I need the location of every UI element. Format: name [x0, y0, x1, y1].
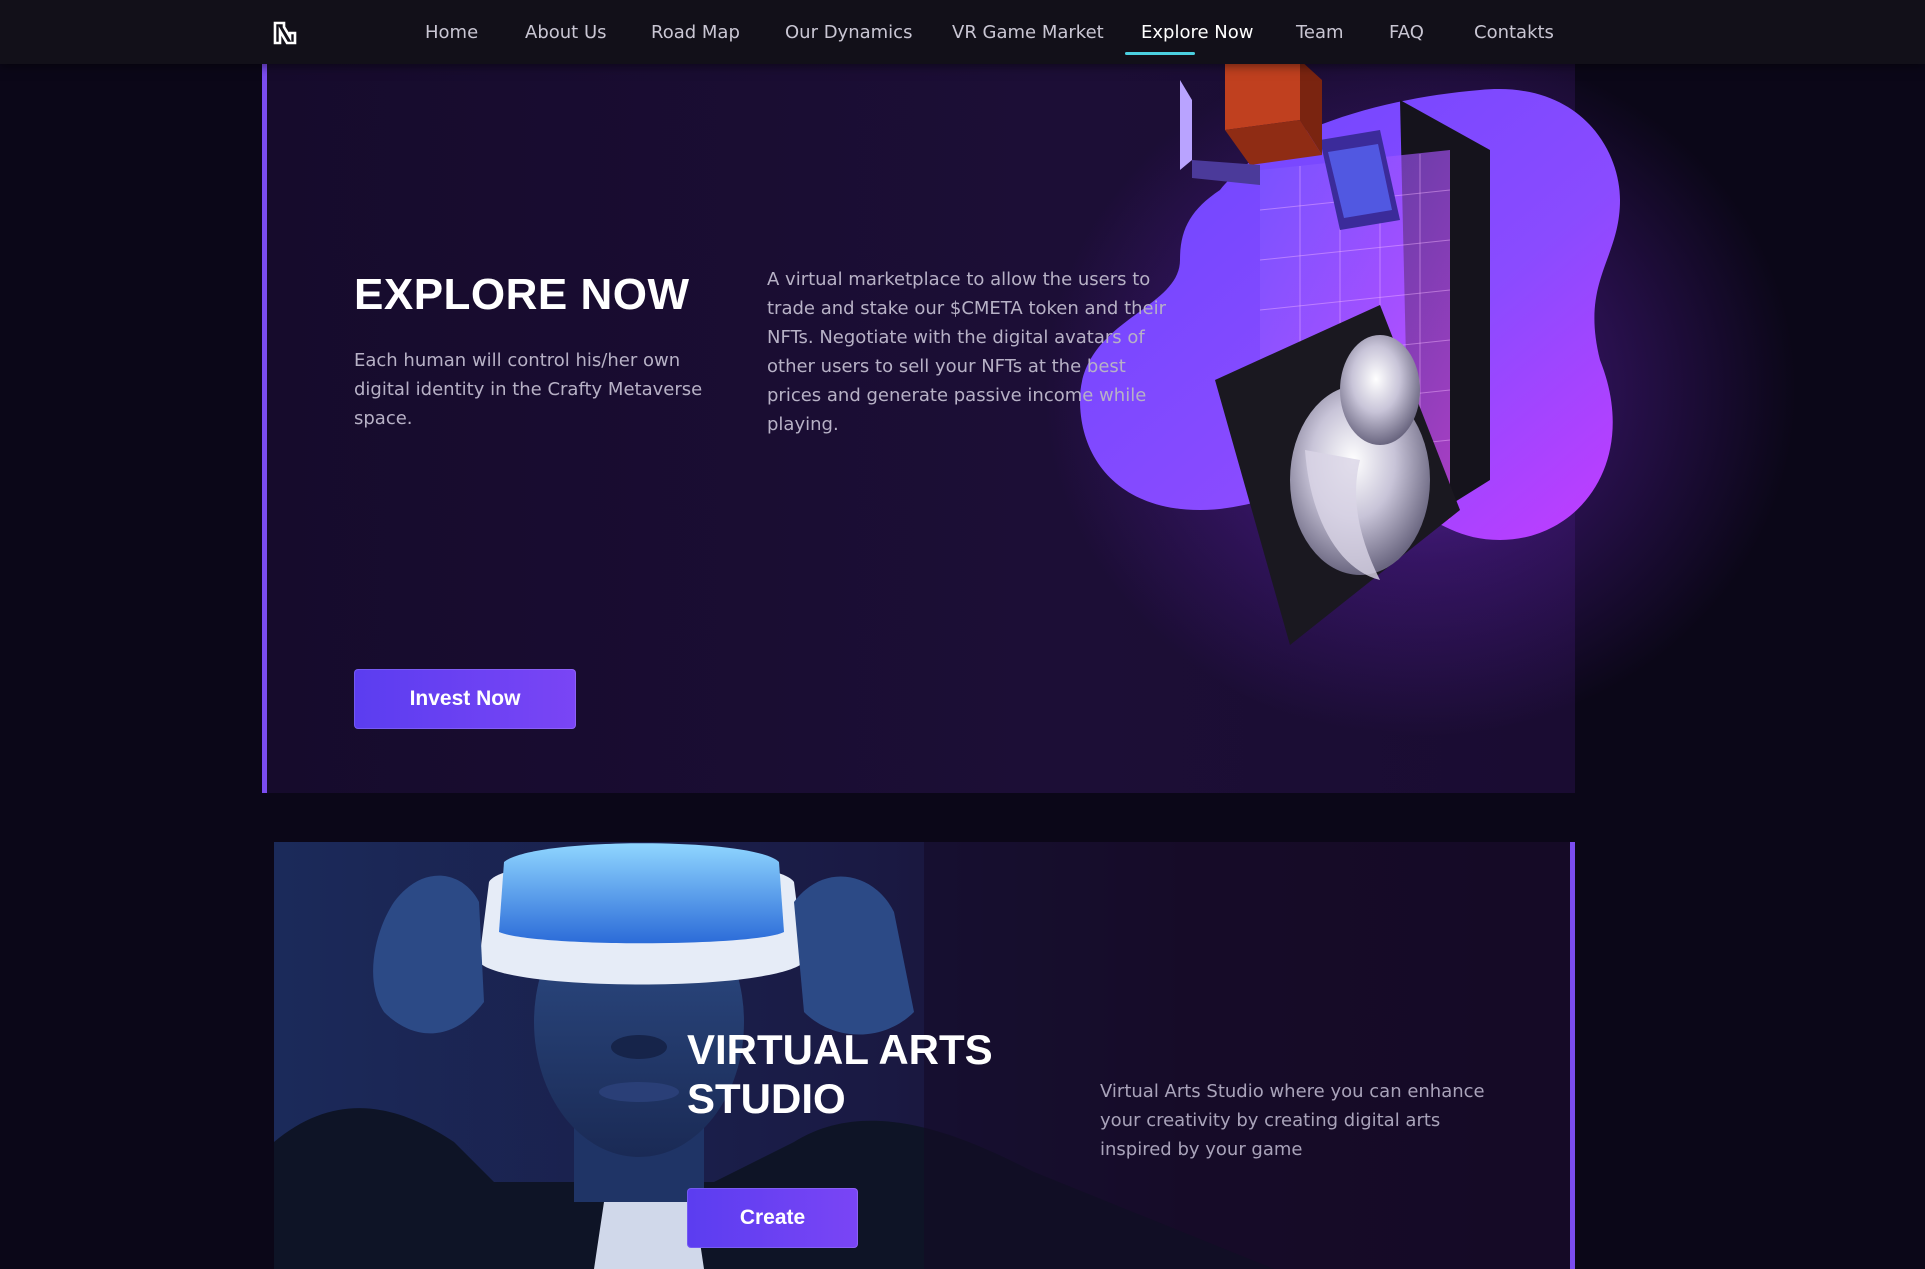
explore-description: A virtual marketplace to allow the users… [767, 269, 1167, 435]
nav-team[interactable]: Team [1296, 0, 1344, 64]
nav-road-map[interactable]: Road Map [651, 0, 740, 64]
virtual-arts-description: Virtual Arts Studio where you can enhanc… [1100, 1081, 1485, 1160]
virtual-arts-title-line1: VIRTUAL ARTS [687, 1026, 993, 1073]
nav-faq[interactable]: FAQ [1389, 0, 1424, 64]
virtual-arts-accent-bar [1570, 842, 1575, 1269]
explore-title: EXPLORE NOW [354, 270, 690, 319]
nav-contakts[interactable]: Contakts [1474, 0, 1554, 64]
top-navbar: Home About Us Road Map Our Dynamics VR G… [0, 0, 1925, 64]
invest-now-button[interactable]: Invest Now [354, 669, 576, 729]
create-button[interactable]: Create [687, 1188, 858, 1248]
nav-about-us[interactable]: About Us [525, 0, 607, 64]
explore-section-accent-bar [262, 64, 267, 793]
nav-our-dynamics[interactable]: Our Dynamics [785, 0, 912, 64]
virtual-arts-title-line2: STUDIO [687, 1075, 846, 1122]
virtual-arts-title: VIRTUAL ARTS STUDIO [687, 1025, 993, 1123]
nav-vr-game-market[interactable]: VR Game Market [952, 0, 1104, 64]
active-nav-indicator [1125, 52, 1195, 55]
explore-subtitle: Each human will control his/her own digi… [354, 350, 703, 429]
brand-logo-icon[interactable] [271, 19, 299, 47]
nav-home[interactable]: Home [425, 0, 478, 64]
